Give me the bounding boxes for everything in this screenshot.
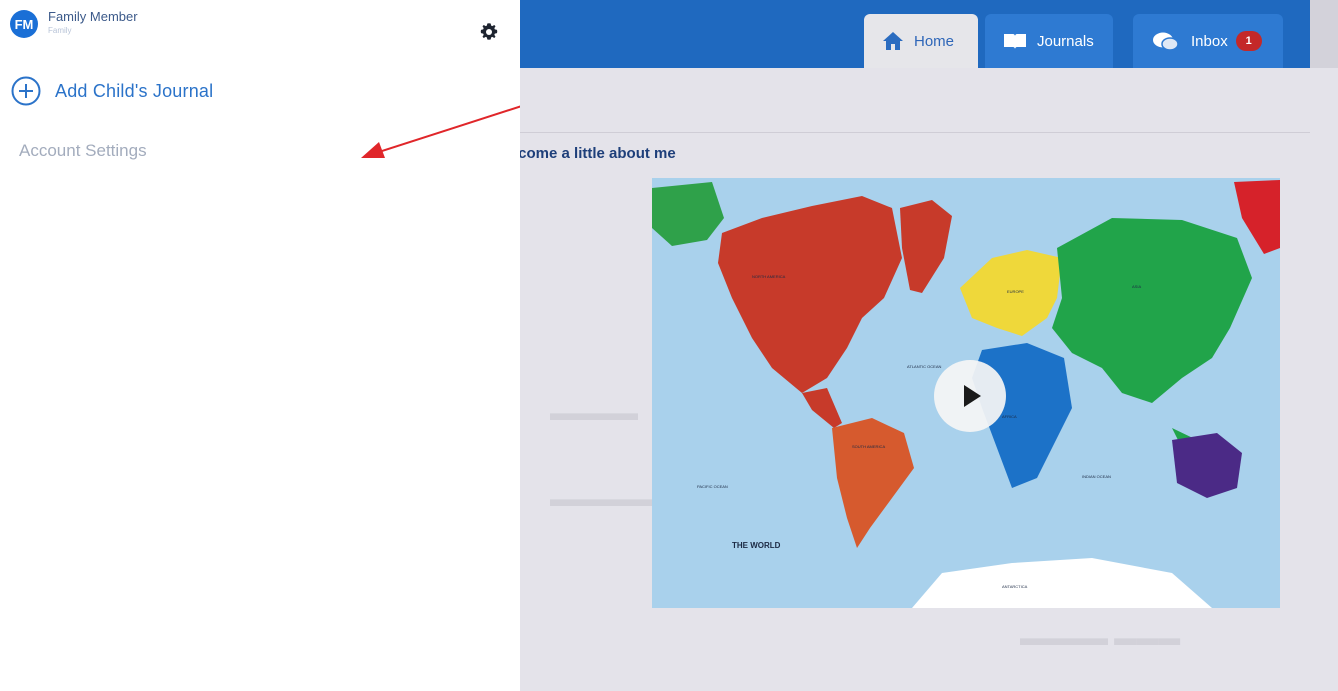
map-label: ANTARCTICA xyxy=(1002,584,1028,589)
play-icon xyxy=(964,385,981,407)
faded-text-block: ▬▬▬▬ ▬▬▬ xyxy=(1020,625,1181,650)
tab-home-label: Home xyxy=(914,32,955,50)
add-child-journal-label: Add Child's Journal xyxy=(55,80,214,101)
app-screen: Home Journals Inbox 1 lcome a little abo… xyxy=(520,0,1338,691)
account-settings-link[interactable]: Account Settings xyxy=(19,141,147,161)
user-profile[interactable]: FM Family Member Family xyxy=(10,10,138,38)
top-navigation: Home Journals Inbox 1 xyxy=(520,0,1310,68)
user-role: Family xyxy=(48,26,72,35)
map-label: ASIA xyxy=(1132,284,1141,289)
avatar: FM xyxy=(10,10,38,38)
tab-home[interactable]: Home xyxy=(864,14,978,68)
faded-text-block: ▬▬▬▬ xyxy=(550,400,638,425)
intro-heading: lcome a little about me xyxy=(520,145,676,162)
map-label: PACIFIC OCEAN xyxy=(697,484,728,489)
user-name: Family Member xyxy=(48,9,138,24)
topbar-edge xyxy=(1310,0,1338,68)
map-label: ATLANTIC OCEAN xyxy=(907,364,941,369)
map-label: SOUTH AMERICA xyxy=(852,444,885,449)
tab-journals-label: Journals xyxy=(1037,32,1094,50)
section-divider xyxy=(520,132,1310,133)
user-info: Family Member Family xyxy=(48,10,138,35)
video-player[interactable]: THE WORLD NORTH AMERICA SOUTH AMERICA EU… xyxy=(652,178,1280,608)
chat-icon xyxy=(1153,32,1179,51)
plus-circle-icon xyxy=(11,76,41,106)
book-icon xyxy=(1004,34,1026,49)
add-child-journal-button[interactable]: Add Child's Journal xyxy=(11,76,213,106)
home-icon xyxy=(883,32,903,50)
map-label: INDIAN OCEAN xyxy=(1082,474,1111,479)
faded-text-block: ▬▬▬▬▬ xyxy=(550,486,660,511)
tab-inbox-label: Inbox xyxy=(1191,32,1228,50)
map-label: NORTH AMERICA xyxy=(752,274,786,279)
inbox-count-badge: 1 xyxy=(1235,31,1262,51)
play-button[interactable] xyxy=(934,360,1006,432)
tab-inbox[interactable]: Inbox 1 xyxy=(1133,14,1283,68)
map-label: EUROPE xyxy=(1007,289,1024,294)
gear-icon[interactable] xyxy=(479,22,499,42)
map-label: AFRICA xyxy=(1002,414,1017,419)
map-title: THE WORLD xyxy=(732,541,781,550)
tab-journals[interactable]: Journals xyxy=(985,14,1113,68)
